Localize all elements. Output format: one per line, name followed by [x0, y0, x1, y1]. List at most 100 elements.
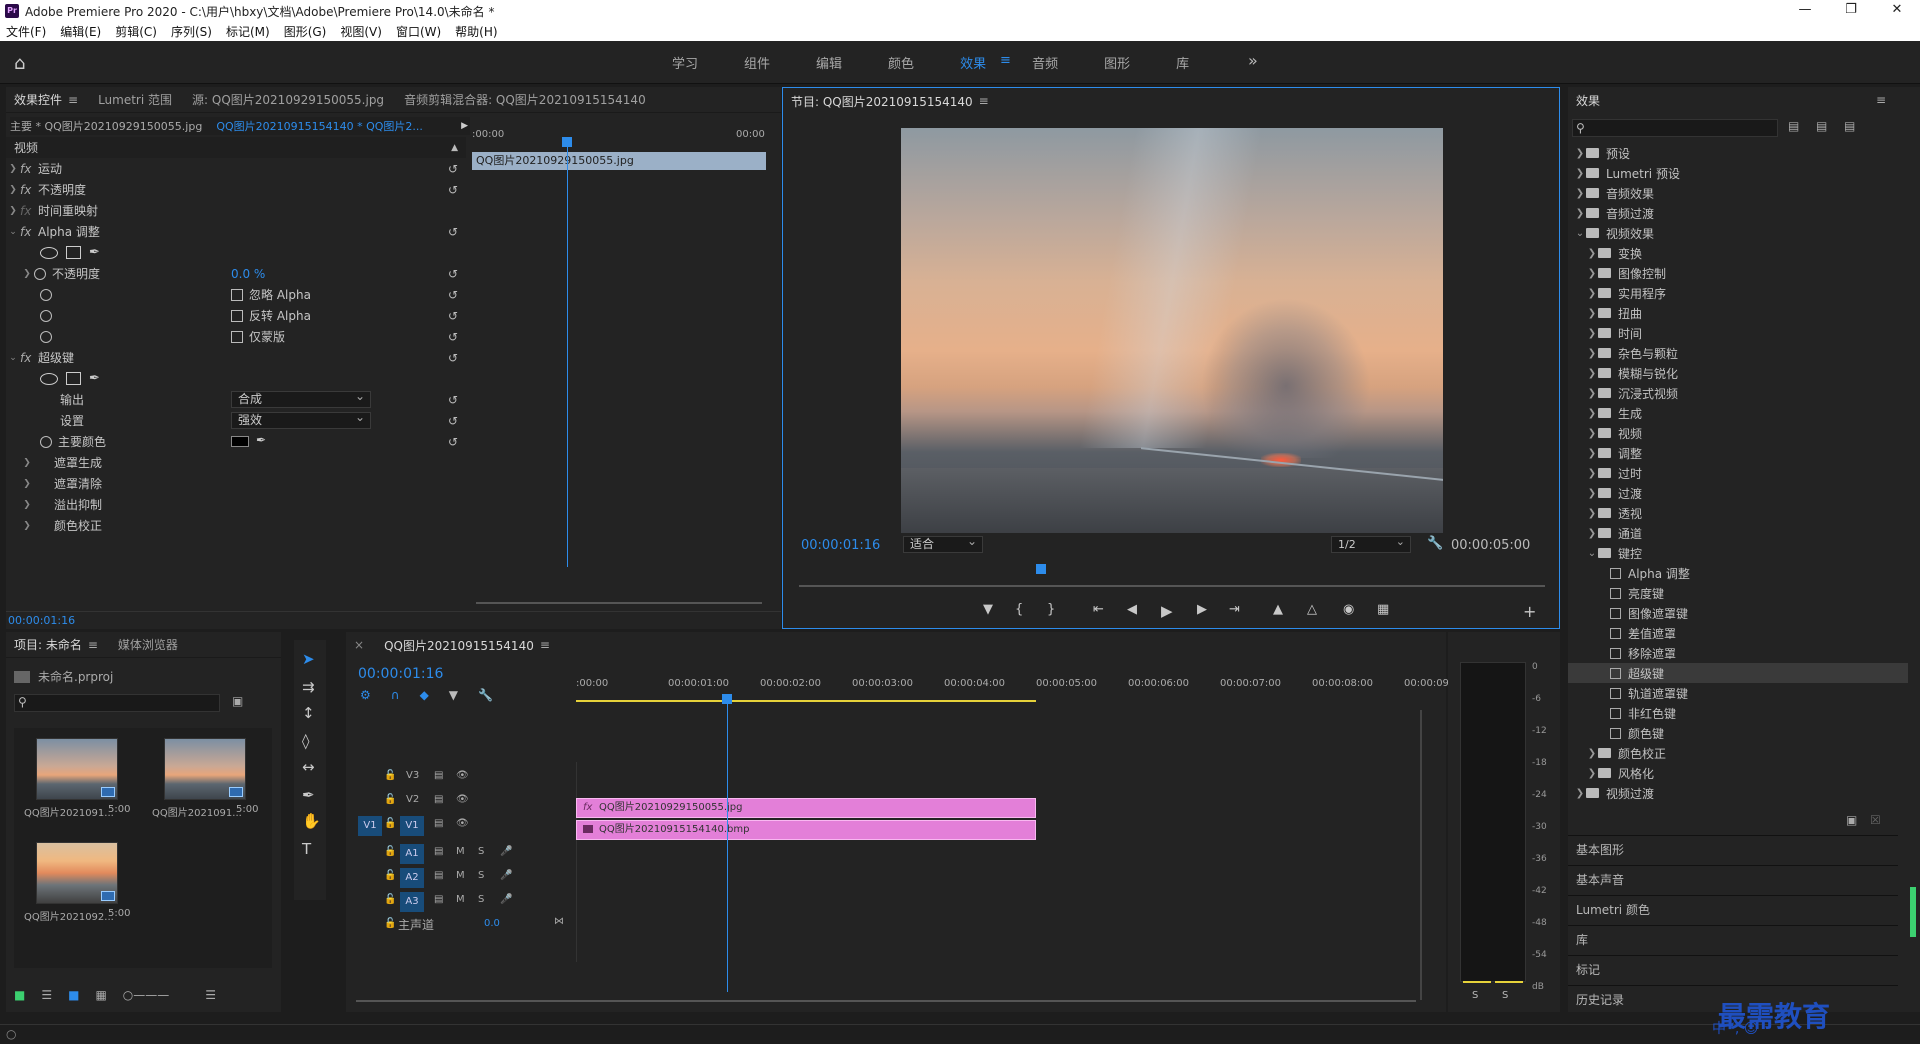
output-dropdown[interactable]: 合成 [231, 389, 371, 408]
stopwatch-icon[interactable] [34, 267, 46, 280]
expand-icon[interactable]: ❯ [1586, 768, 1598, 779]
tab-audio-clip-mixer[interactable]: 音频剪辑混合器: QQ图片20210915154140 [404, 91, 646, 108]
menu-markers[interactable]: 标记(M) [226, 23, 270, 40]
expand-icon[interactable]: ❯ [1574, 168, 1586, 179]
reset-icon[interactable]: ↺ [448, 351, 458, 365]
effects-folder[interactable]: ❯ 音频效果 [1568, 183, 1908, 203]
program-scrub-bar[interactable] [799, 585, 1545, 587]
expand-icon[interactable]: ❯ [1586, 408, 1598, 419]
lock-icon[interactable]: 🔓 [384, 794, 396, 805]
effects-folder[interactable]: ❯ 颜色校正 [1568, 743, 1908, 763]
workspace-effects[interactable]: 效果 [960, 53, 986, 72]
sync-lock-icon[interactable]: ▤ [434, 870, 443, 881]
effects-folder[interactable]: ❯ 扭曲 [1568, 303, 1908, 323]
hand-tool-icon[interactable]: ✋ [302, 812, 321, 830]
project-search-field[interactable]: ⚲ [14, 694, 220, 712]
scroll-indicator[interactable] [1910, 887, 1916, 937]
home-icon[interactable]: ⌂ [14, 53, 34, 74]
stopwatch-icon[interactable] [40, 330, 52, 343]
reset-icon[interactable]: ↺ [448, 393, 458, 407]
reset-icon[interactable]: ↺ [448, 267, 458, 281]
sync-lock-icon[interactable]: ▤ [434, 894, 443, 905]
close-icon[interactable]: × [354, 638, 364, 652]
sync-lock-icon[interactable]: ▤ [434, 770, 443, 781]
linked-selection-icon[interactable]: ◆ [420, 688, 429, 702]
expand-icon[interactable]: ❯ [20, 521, 34, 531]
workspace-editing[interactable]: 编辑 [816, 53, 842, 72]
lock-icon[interactable]: 🔓 [384, 918, 396, 929]
effects-folder[interactable]: ❯ 视频过渡 [1568, 783, 1908, 803]
sync-lock-icon[interactable]: ▤ [434, 846, 443, 857]
razor-tool-icon[interactable]: ◊ [302, 732, 309, 750]
workspace-graphics[interactable]: 图形 [1104, 53, 1130, 72]
lift-icon[interactable]: ▲ [1273, 602, 1283, 617]
reset-icon[interactable]: ↺ [448, 225, 458, 239]
icon-view-icon[interactable]: ■ [68, 988, 79, 1002]
panel-menu-icon[interactable]: ≡ [1876, 93, 1886, 107]
menu-view[interactable]: 视图(V) [340, 23, 382, 40]
effects-item[interactable]: 超级键 [1568, 663, 1908, 683]
reset-icon[interactable]: ↺ [448, 309, 458, 323]
effects-folder[interactable]: ❯ 变换 [1568, 243, 1908, 263]
reset-icon[interactable]: ↺ [448, 330, 458, 344]
setting-dropdown[interactable]: 强效 [231, 410, 371, 429]
freeform-view-icon[interactable]: ▦ [95, 988, 106, 1002]
list-view-icon[interactable]: ☰ [41, 988, 52, 1002]
effects-folder[interactable]: ❯ 透视 [1568, 503, 1908, 523]
stopwatch-icon[interactable] [40, 435, 52, 448]
type-tool-icon[interactable]: T [302, 840, 311, 858]
zoom-slider[interactable]: ○——— [123, 988, 169, 1002]
mic-icon[interactable]: 🎤 [500, 870, 512, 881]
pen-tool-icon[interactable]: ✒ [302, 786, 315, 804]
effects-search-field[interactable]: ⚲ [1572, 119, 1778, 137]
mask-only-checkbox[interactable] [231, 330, 243, 343]
effect-row-ultra-key[interactable]: ⌄ fx 超级键 ↺ [6, 347, 466, 368]
accelerated-effects-icon[interactable]: ▤ [1788, 119, 1799, 133]
delete-icon[interactable]: ☒ [1870, 813, 1881, 827]
group-matte-gen[interactable]: ❯ 遮罩生成 [6, 452, 466, 473]
comparison-view-icon[interactable]: ▦ [1377, 602, 1389, 617]
effect-row-alpha-adjust[interactable]: ⌄ fx Alpha 调整 ↺ [6, 221, 466, 242]
pen-mask-icon[interactable]: ✒ [89, 371, 100, 386]
add-marker-icon[interactable]: ▼ [449, 688, 458, 702]
menu-help[interactable]: 帮助(H) [455, 23, 497, 40]
workspace-libraries[interactable]: 库 [1176, 53, 1189, 72]
menu-edit[interactable]: 编辑(E) [60, 23, 101, 40]
expand-icon[interactable]: ❯ [6, 164, 20, 174]
effects-item[interactable]: Alpha 调整 [1568, 563, 1908, 583]
workspace-audio[interactable]: 音频 [1032, 53, 1058, 72]
reset-icon[interactable]: ↺ [448, 183, 458, 197]
eye-icon[interactable]: 👁 [456, 770, 469, 781]
tab-lumetri-scopes[interactable]: Lumetri 范围 [98, 91, 172, 108]
go-to-end-icon[interactable]: ⋈ [554, 916, 564, 927]
effects-folder[interactable]: ❯ 时间 [1568, 323, 1908, 343]
effects-folder[interactable]: ❯ 预设 [1568, 143, 1908, 163]
expand-icon[interactable]: ❯ [1586, 388, 1598, 399]
reset-icon[interactable]: ↺ [448, 435, 458, 449]
ellipse-mask-icon[interactable] [40, 372, 58, 385]
ec-clip-bar[interactable]: QQ图片20210929150055.jpg [472, 152, 766, 170]
effects-title[interactable]: 效果 [1576, 92, 1600, 109]
effects-item[interactable]: 图像遮罩键 [1568, 603, 1908, 623]
slip-tool-icon[interactable]: ↔ [302, 758, 315, 776]
wrench-icon[interactable]: 🔧 [1427, 536, 1443, 551]
snap-icon[interactable]: ∩ [391, 688, 400, 702]
menu-sequence[interactable]: 序列(S) [171, 23, 212, 40]
sync-lock-icon[interactable]: ▤ [434, 818, 443, 829]
program-timecode[interactable]: 00:00:01:16 [801, 538, 880, 553]
add-marker-icon[interactable]: ▼ [983, 602, 993, 617]
fx-icon[interactable]: fx [20, 162, 38, 176]
timeline-clip-v1[interactable]: QQ图片20210915154140.bmp [576, 820, 1036, 840]
track-label[interactable]: V3 [406, 770, 419, 781]
tab-effect-controls[interactable]: 效果控件 [14, 91, 62, 108]
opacity-value[interactable]: 0.0 % [231, 267, 265, 281]
collapse-icon[interactable]: ⌄ [1586, 548, 1598, 559]
reset-icon[interactable]: ↺ [448, 162, 458, 176]
collapse-icon[interactable]: ⌄ [1574, 228, 1586, 239]
track-area[interactable] [576, 762, 1266, 962]
solo-button[interactable]: S [478, 870, 484, 881]
track-target-v1[interactable]: V1 [400, 816, 424, 836]
lock-icon[interactable]: 🔓 [384, 770, 396, 781]
expand-icon[interactable]: ❯ [1586, 268, 1598, 279]
mute-button[interactable]: M [456, 846, 465, 857]
